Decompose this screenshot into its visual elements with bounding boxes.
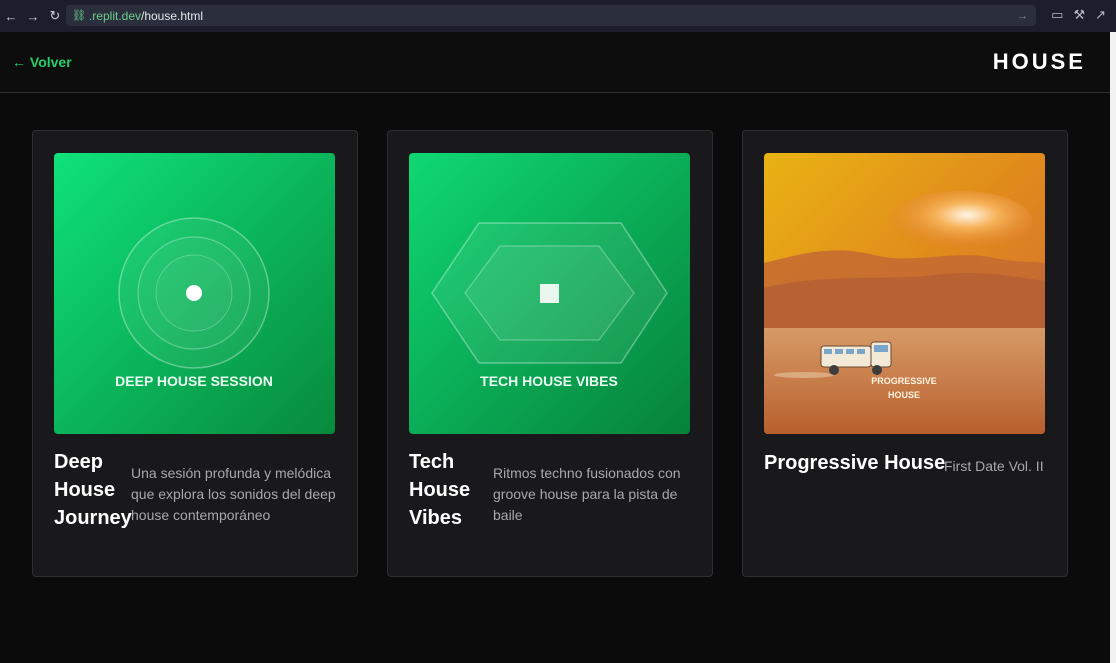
scrollbar[interactable] bbox=[1110, 32, 1116, 663]
album-cover-label: TECH HOUSE VIBES bbox=[480, 373, 618, 389]
album-card-tech-house[interactable]: TECH HOUSE VIBES Tech House Vibes Ritmos… bbox=[387, 130, 713, 577]
card-title: Progressive House bbox=[764, 452, 946, 474]
album-card-progressive-house[interactable]: PROGRESSIVE HOUSE Progressive House Firs… bbox=[742, 130, 1068, 577]
url-host: .replit.dev bbox=[88, 8, 141, 23]
external-link-icon[interactable]: ↗ bbox=[1095, 7, 1106, 23]
page-title: HOUSE bbox=[992, 49, 1086, 74]
back-arrow-icon[interactable]: ← bbox=[0, 9, 22, 24]
card-description: Una sesión profunda y melódica que explo… bbox=[131, 465, 336, 523]
site-header: ← Volver HOUSE bbox=[0, 32, 1110, 93]
go-arrow-icon[interactable]: → bbox=[1017, 10, 1028, 22]
url-path: /house.html bbox=[141, 8, 204, 23]
wrench-icon[interactable]: ⚒ bbox=[1073, 7, 1085, 23]
album-cover: TECH HOUSE VIBES bbox=[409, 153, 690, 434]
album-cover-label-line2: HOUSE bbox=[888, 390, 920, 400]
address-bar[interactable]: ⛓ .replit.dev/house.html → bbox=[66, 5, 1036, 26]
card-description: First Date Vol. II bbox=[944, 458, 1044, 474]
monitor-icon[interactable]: ▭ bbox=[1051, 7, 1063, 23]
card-description: Ritmos techno fusionados con groove hous… bbox=[493, 465, 681, 523]
album-cover: DEEP HOUSE SESSION bbox=[54, 153, 335, 434]
link-icon: ⛓ bbox=[72, 10, 86, 22]
card-title: Deep House Journey bbox=[54, 451, 132, 529]
forward-arrow-icon[interactable]: → bbox=[22, 9, 44, 24]
card-title: Tech House Vibes bbox=[409, 451, 471, 529]
album-cover: PROGRESSIVE HOUSE bbox=[764, 153, 1045, 434]
back-link[interactable]: ← Volver bbox=[12, 54, 72, 70]
reload-icon[interactable]: ↻ bbox=[44, 8, 66, 24]
browser-toolbar: ← → ↻ ⛓ .replit.dev/house.html → ▭ ⚒ ↗ bbox=[0, 0, 1116, 32]
album-cover-label: DEEP HOUSE SESSION bbox=[115, 373, 273, 389]
album-card-deep-house[interactable]: DEEP HOUSE SESSION Deep House Journey Un… bbox=[32, 130, 358, 577]
album-cover-label-line1: PROGRESSIVE bbox=[871, 376, 937, 386]
